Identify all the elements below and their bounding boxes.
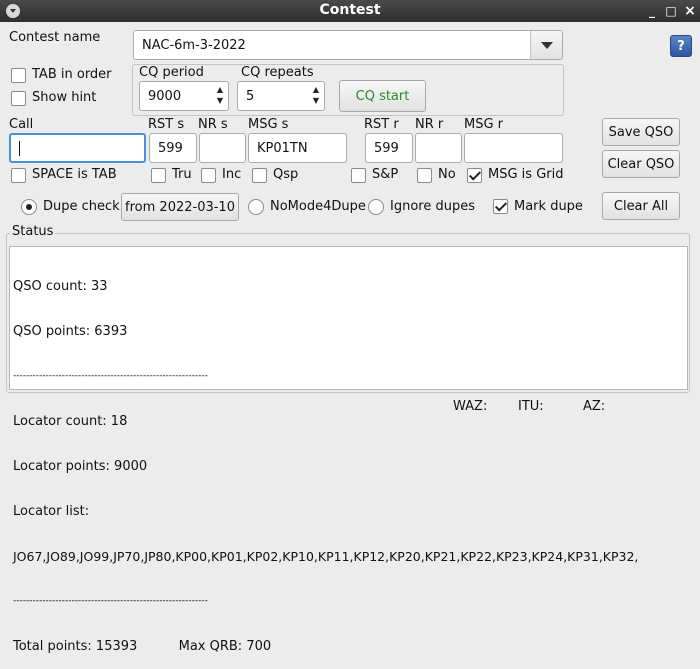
dropdown-button[interactable] xyxy=(530,31,562,59)
tab-in-order-label: TAB in order xyxy=(32,67,112,82)
from-date-label: from 2022-03-10 xyxy=(125,199,235,215)
show-hint-label: Show hint xyxy=(32,90,97,105)
rst-r-value: 599 xyxy=(374,140,399,156)
window-title: Contest xyxy=(319,2,381,18)
sp-label: S&P xyxy=(372,167,399,182)
status-line: Locator count: 18 xyxy=(13,414,128,429)
rst-s-input[interactable]: 599 xyxy=(149,133,197,163)
contest-name-label: Contest name xyxy=(9,30,101,45)
clear-all-button[interactable]: Clear All xyxy=(602,192,680,220)
save-qso-button[interactable]: Save QSO xyxy=(602,118,680,146)
status-line: ----------------------------------------… xyxy=(13,596,208,606)
cq-start-label: CQ start xyxy=(355,88,410,104)
space-is-tab-checkbox[interactable] xyxy=(11,168,26,183)
qsp-checkbox[interactable] xyxy=(252,168,267,183)
space-is-tab-label: SPACE is TAB xyxy=(32,167,117,182)
close-button[interactable]: × xyxy=(682,3,698,19)
clear-qso-label: Clear QSO xyxy=(607,156,675,172)
msg-s-label: MSG s xyxy=(248,117,289,132)
contest-name-select[interactable]: NAC-6m-3-2022 xyxy=(133,30,563,60)
az-label: AZ: xyxy=(583,399,606,414)
nr-r-label: NR r xyxy=(415,117,444,132)
mark-dupe-label: Mark dupe xyxy=(514,199,583,214)
cq-repeats-label: CQ repeats xyxy=(241,65,314,80)
rst-r-input[interactable]: 599 xyxy=(365,133,413,163)
status-line: JO67,JO89,JO99,JP70,JP80,KP00,KP01,KP02,… xyxy=(13,549,639,564)
mark-dupe-checkbox[interactable] xyxy=(493,199,508,214)
cq-repeats-input[interactable]: 5 ▲ ▼ xyxy=(237,81,325,111)
status-line: ----------------------------------------… xyxy=(13,371,208,381)
contest-name-value: NAC-6m-3-2022 xyxy=(142,37,246,53)
help-button[interactable]: ? xyxy=(670,35,692,57)
rst-s-label: RST s xyxy=(148,117,185,132)
text-cursor xyxy=(19,140,20,156)
cq-period-value: 9000 xyxy=(148,88,182,104)
spin-arrows-icon[interactable]: ▲ ▼ xyxy=(310,84,322,106)
no-checkbox[interactable] xyxy=(417,168,432,183)
minimize-button[interactable]: _ xyxy=(644,3,660,19)
save-qso-label: Save QSO xyxy=(608,124,674,140)
status-line: QSO count: 33 xyxy=(13,279,108,294)
nomode4dupe-radio[interactable] xyxy=(248,199,264,215)
ignore-dupes-radio[interactable] xyxy=(368,199,384,215)
msg-s-input[interactable]: KP01TN xyxy=(248,133,347,163)
cq-repeats-value: 5 xyxy=(246,88,255,104)
msg-r-label: MSG r xyxy=(464,117,504,132)
rst-s-value: 599 xyxy=(158,140,183,156)
msg-r-input[interactable] xyxy=(464,133,563,163)
title-bar: Contest _ □ × xyxy=(0,0,700,22)
nomode4dupe-label: NoMode4Dupe xyxy=(270,199,366,214)
dupe-check-radio[interactable] xyxy=(21,199,37,215)
msg-s-value: KP01TN xyxy=(257,140,308,156)
show-hint-checkbox[interactable] xyxy=(11,91,26,106)
maximize-button[interactable]: □ xyxy=(663,3,679,19)
tab-in-order-checkbox[interactable] xyxy=(11,68,26,83)
itu-label: ITU: xyxy=(518,399,544,414)
msg-is-grid-checkbox[interactable] xyxy=(467,168,482,183)
nr-r-input[interactable] xyxy=(415,133,462,163)
tru-label: Tru xyxy=(172,167,192,182)
clear-qso-button[interactable]: Clear QSO xyxy=(602,150,680,178)
rst-r-label: RST r xyxy=(364,117,399,132)
waz-label: WAZ: xyxy=(453,399,488,414)
ignore-dupes-label: Ignore dupes xyxy=(390,199,475,214)
status-line: Locator points: 9000 xyxy=(13,459,148,474)
status-line: QSO points: 6393 xyxy=(13,324,128,339)
chevron-down-icon xyxy=(541,42,553,49)
status-line: Total points: 15393 Max QRB: 700 xyxy=(13,639,272,654)
no-label: No xyxy=(438,167,456,182)
nr-s-input[interactable] xyxy=(199,133,246,163)
spin-arrows-icon[interactable]: ▲ ▼ xyxy=(214,84,226,106)
status-text: QSO count: 33 QSO points: 6393 ---------… xyxy=(13,249,673,669)
inc-checkbox[interactable] xyxy=(201,168,216,183)
help-icon: ? xyxy=(677,38,685,54)
status-title: Status xyxy=(10,224,56,239)
msg-is-grid-label: MSG is Grid xyxy=(488,167,564,182)
cq-start-button[interactable]: CQ start xyxy=(339,80,426,112)
from-date-button[interactable]: from 2022-03-10 xyxy=(121,193,239,221)
cq-period-label: CQ period xyxy=(139,65,204,80)
call-input[interactable] xyxy=(9,133,146,163)
dupe-check-label: Dupe check xyxy=(43,199,120,214)
nr-s-label: NR s xyxy=(198,117,228,132)
tru-checkbox[interactable] xyxy=(151,168,166,183)
qsp-label: Qsp xyxy=(273,167,299,182)
inc-label: Inc xyxy=(222,167,242,182)
cq-period-input[interactable]: 9000 ▲ ▼ xyxy=(139,81,229,111)
call-label: Call xyxy=(9,117,34,132)
sp-checkbox[interactable] xyxy=(351,168,366,183)
status-line: Locator list: xyxy=(13,504,90,519)
clear-all-label: Clear All xyxy=(613,198,669,214)
